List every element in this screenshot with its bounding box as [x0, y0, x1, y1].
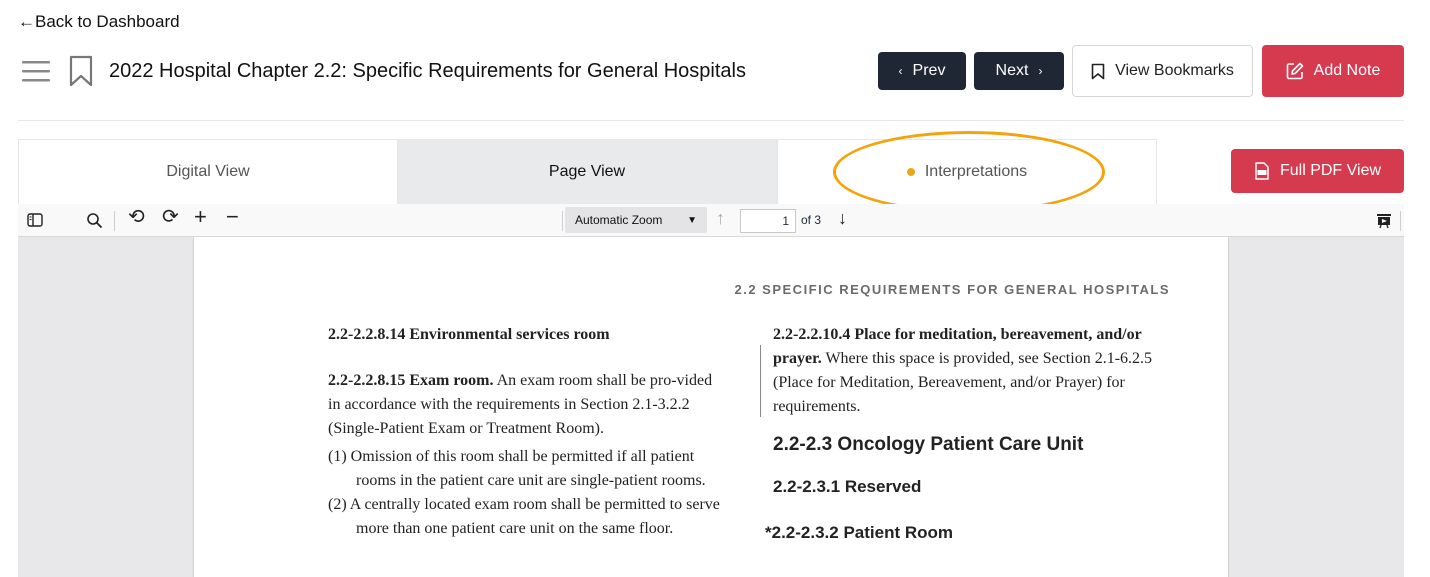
- running-head: 2.2 SPECIFIC REQUIREMENTS FOR GENERAL HO…: [734, 282, 1170, 297]
- page-title: 2022 Hospital Chapter 2.2: Specific Requ…: [109, 60, 746, 82]
- chevron-down-icon: ▼: [687, 214, 697, 226]
- view-bookmarks-button[interactable]: View Bookmarks: [1072, 45, 1253, 97]
- list-item: (2) A centrally located exam room shall …: [328, 496, 720, 537]
- pdf-viewer[interactable]: 2.2 SPECIFIC REQUIREMENTS FOR GENERAL HO…: [18, 237, 1404, 577]
- toolbar-separator: [562, 211, 563, 231]
- pdf-file-icon: [1255, 162, 1269, 180]
- document-header: 2022 Hospital Chapter 2.2: Specific Requ…: [0, 45, 1430, 99]
- presentation-mode-icon[interactable]: [1376, 213, 1392, 229]
- hamburger-menu-icon[interactable]: [22, 59, 50, 83]
- notification-dot-icon: [906, 168, 915, 176]
- zoom-out-icon[interactable]: −: [226, 206, 239, 228]
- right-column: 2.2-2.2.10.4 Place for meditation, berea…: [765, 323, 1173, 545]
- page-number-input[interactable]: 1: [740, 209, 796, 233]
- edit-note-icon: [1286, 62, 1303, 80]
- paragraph: 2.2-2.2.10.4 Place for meditation, berea…: [773, 326, 1153, 415]
- tab-digital-view[interactable]: Digital View: [18, 139, 398, 204]
- full-pdf-view-button[interactable]: Full PDF View: [1231, 149, 1404, 193]
- zoom-select[interactable]: Automatic Zoom ▼: [565, 207, 707, 233]
- bookmark-icon[interactable]: [68, 55, 94, 87]
- next-button[interactable]: Next ›: [974, 52, 1064, 90]
- search-icon[interactable]: [86, 212, 103, 229]
- header-divider: [18, 120, 1404, 121]
- page-total: of 3: [801, 213, 822, 227]
- section-heading: 2.2-2.3.1 Reserved: [773, 477, 922, 496]
- tab-page-view[interactable]: Page View: [397, 139, 777, 204]
- pdf-page: 2.2 SPECIFIC REQUIREMENTS FOR GENERAL HO…: [194, 237, 1228, 577]
- arrow-up-icon[interactable]: ↑: [716, 208, 725, 228]
- list-item: (1) Omission of this room shall be permi…: [328, 448, 706, 489]
- section-heading: 2.2-2.2.8.14 Environmental services room: [328, 326, 610, 343]
- view-tabs: Digital View Page View Interpretations: [18, 139, 1158, 204]
- zoom-in-icon[interactable]: +: [194, 206, 207, 228]
- section-heading: 2.2-2.3 Oncology Patient Care Unit: [773, 434, 1084, 455]
- rotate-counterclockwise-icon[interactable]: ⟲: [128, 207, 145, 227]
- chevron-right-icon: ›: [1038, 64, 1043, 78]
- rotate-clockwise-icon[interactable]: ⟳: [162, 207, 179, 227]
- toolbar-separator: [1400, 211, 1401, 231]
- back-to-dashboard-link[interactable]: ←Back to Dashboard: [18, 12, 180, 32]
- change-bar: [760, 345, 761, 417]
- tab-interpretations[interactable]: Interpretations: [777, 139, 1157, 204]
- paragraph: 2.2-2.2.8.15 Exam room. An exam room sha…: [328, 372, 713, 437]
- pdf-toolbar: ⟲ ⟳ + − Automatic Zoom ▼ ↑ 1 of 3 ↓: [18, 204, 1404, 237]
- arrow-down-icon[interactable]: ↓: [838, 208, 847, 228]
- prev-button[interactable]: ‹ Prev: [878, 52, 966, 90]
- add-note-button[interactable]: Add Note: [1262, 45, 1404, 97]
- toolbar-separator: [114, 211, 115, 231]
- section-heading: 2.2-2.2.8.15 Exam room.: [328, 372, 494, 389]
- sidebar-toggle-icon[interactable]: [27, 213, 43, 227]
- left-column: 2.2-2.2.8.14 Environmental services room…: [328, 323, 728, 541]
- chevron-left-icon: ‹: [898, 64, 903, 78]
- bookmark-outline-icon: [1091, 63, 1105, 79]
- section-heading: *2.2-2.3.2 Patient Room: [765, 523, 954, 542]
